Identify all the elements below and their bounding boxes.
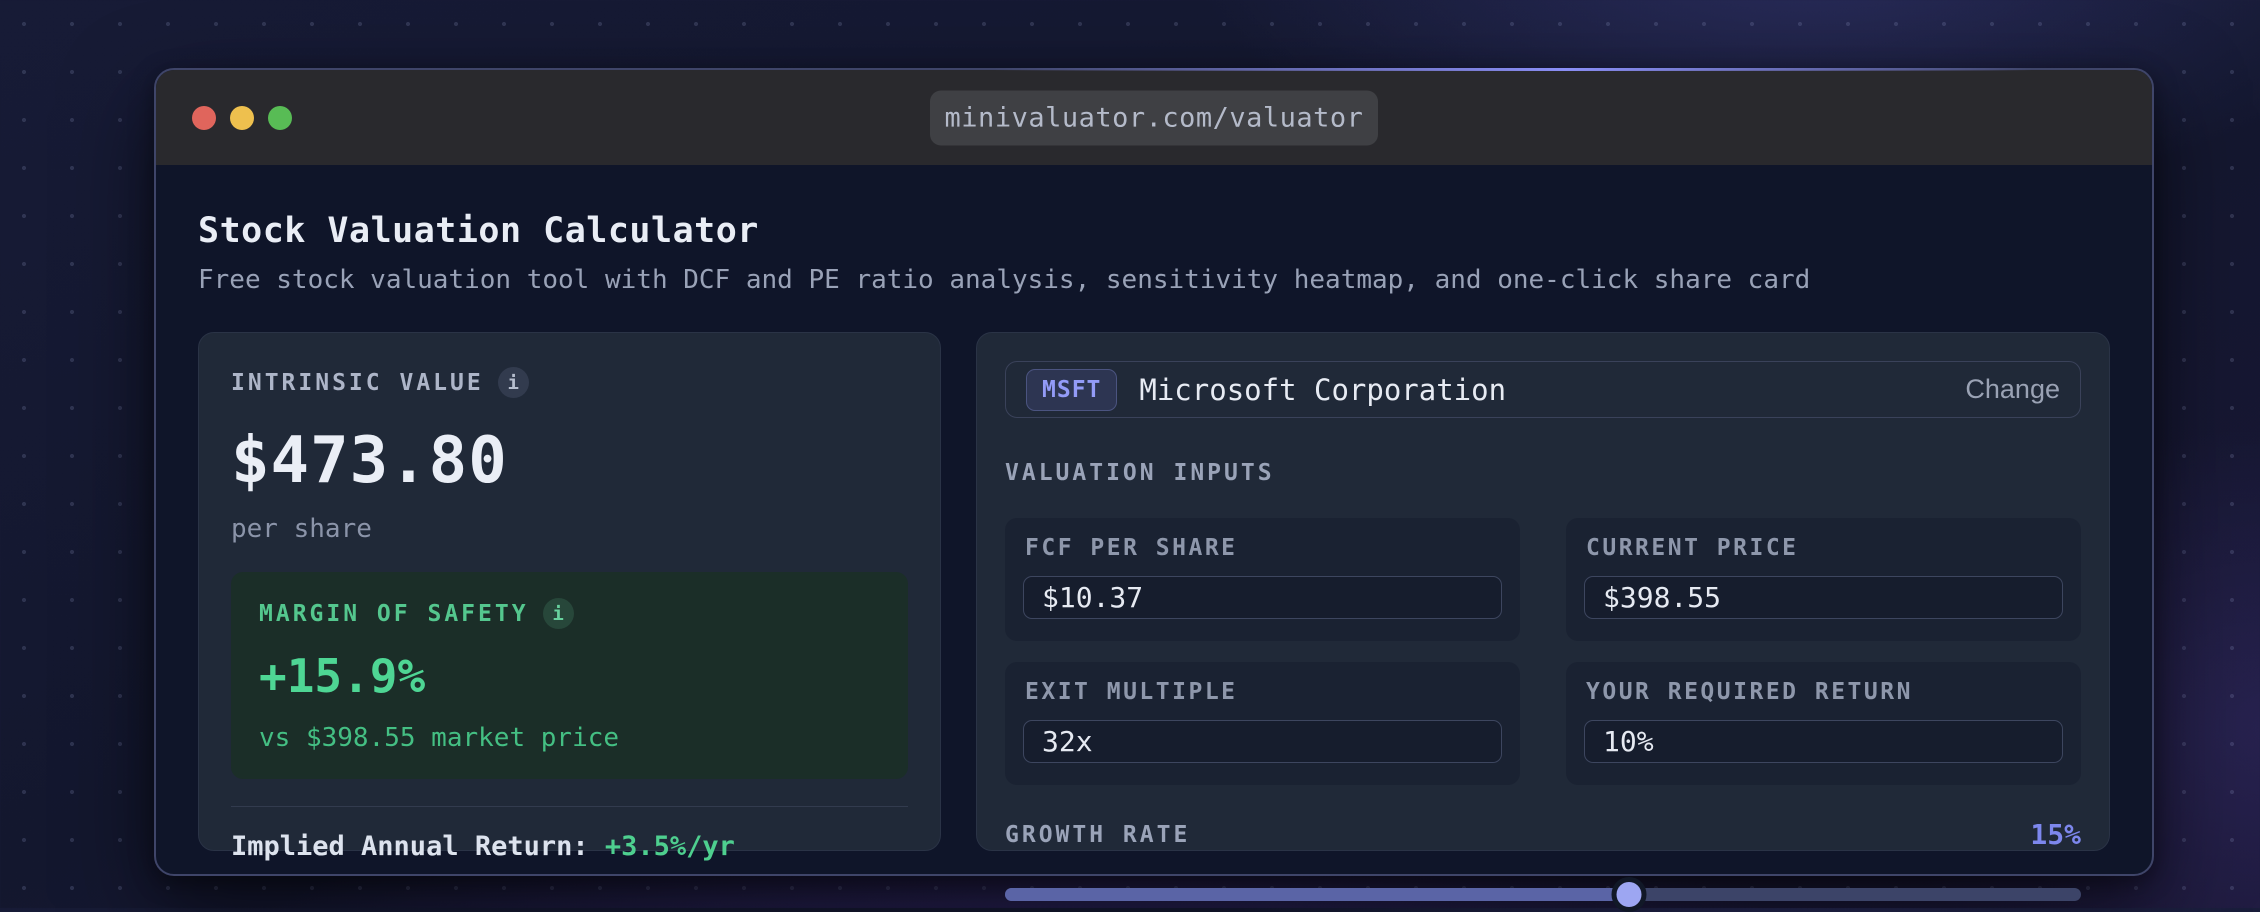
minimize-window-icon[interactable] bbox=[230, 106, 254, 130]
cards-row: INTRINSIC VALUE i $473.80 per share MARG… bbox=[198, 332, 2110, 851]
page-subtitle: Free stock valuation tool with DCF and P… bbox=[198, 265, 2110, 295]
margin-of-safety-label: MARGIN OF SAFETY bbox=[259, 601, 529, 627]
growth-rate-label: GROWTH RATE bbox=[1005, 822, 1190, 848]
info-icon[interactable]: i bbox=[543, 598, 574, 629]
page-content: Stock Valuation Calculator Free stock va… bbox=[156, 165, 2152, 851]
required-return-label: YOUR REQUIRED RETURN bbox=[1584, 679, 2063, 705]
intrinsic-value-unit: per share bbox=[231, 514, 908, 544]
page-title: Stock Valuation Calculator bbox=[198, 211, 2110, 251]
company-row: MSFT Microsoft Corporation Change bbox=[1005, 361, 2081, 418]
intrinsic-value-header: INTRINSIC VALUE i bbox=[231, 367, 908, 398]
inputs-grid: FCF PER SHARE CURRENT PRICE EXIT MULTIPL… bbox=[1005, 518, 2081, 785]
url-text: minivaluator.com/valuator bbox=[945, 102, 1364, 133]
ticker-badge: MSFT bbox=[1026, 369, 1117, 411]
margin-of-safety-box: MARGIN OF SAFETY i +15.9% vs $398.55 mar… bbox=[231, 572, 908, 779]
valuation-inputs-label: VALUATION INPUTS bbox=[1005, 460, 2081, 486]
close-window-icon[interactable] bbox=[192, 106, 216, 130]
exit-multiple-input[interactable] bbox=[1023, 720, 1502, 763]
zoom-window-icon[interactable] bbox=[268, 106, 292, 130]
divider bbox=[231, 806, 908, 807]
valuation-inputs-card: MSFT Microsoft Corporation Change VALUAT… bbox=[976, 332, 2110, 851]
margin-of-safety-comparison: vs $398.55 market price bbox=[259, 723, 880, 753]
field-required-return: YOUR REQUIRED RETURN bbox=[1566, 662, 2081, 785]
field-exit-multiple: EXIT MULTIPLE bbox=[1005, 662, 1520, 785]
implied-return-line: Implied Annual Return: +3.5%/yr bbox=[231, 831, 908, 862]
fcf-per-share-label: FCF PER SHARE bbox=[1023, 535, 1502, 561]
slider-fill bbox=[1005, 888, 1629, 901]
intrinsic-value-card: INTRINSIC VALUE i $473.80 per share MARG… bbox=[198, 332, 941, 851]
field-fcf-per-share: FCF PER SHARE bbox=[1005, 518, 1520, 641]
info-icon[interactable]: i bbox=[498, 367, 529, 398]
company-name: Microsoft Corporation bbox=[1139, 373, 1506, 407]
change-company-button[interactable]: Change bbox=[1965, 374, 2060, 405]
growth-rate-value: 15% bbox=[2030, 818, 2081, 851]
slider-thumb[interactable] bbox=[1612, 877, 1647, 912]
exit-multiple-label: EXIT MULTIPLE bbox=[1023, 679, 1502, 705]
implied-return-label: Implied Annual Return: bbox=[231, 831, 605, 862]
margin-of-safety-value: +15.9% bbox=[259, 649, 880, 703]
margin-of-safety-header: MARGIN OF SAFETY i bbox=[259, 598, 880, 629]
address-bar[interactable]: minivaluator.com/valuator bbox=[930, 90, 1378, 145]
current-price-input[interactable] bbox=[1584, 576, 2063, 619]
field-current-price: CURRENT PRICE bbox=[1566, 518, 2081, 641]
current-price-label: CURRENT PRICE bbox=[1584, 535, 2063, 561]
browser-window: minivaluator.com/valuator Stock Valuatio… bbox=[154, 68, 2154, 876]
implied-return-value: +3.5%/yr bbox=[605, 831, 735, 862]
intrinsic-value-label: INTRINSIC VALUE bbox=[231, 370, 484, 396]
required-return-input[interactable] bbox=[1584, 720, 2063, 763]
growth-rate-header: GROWTH RATE 15% bbox=[1005, 818, 2081, 851]
intrinsic-value-amount: $473.80 bbox=[231, 424, 908, 498]
browser-titlebar: minivaluator.com/valuator bbox=[156, 70, 2152, 165]
fcf-per-share-input[interactable] bbox=[1023, 576, 1502, 619]
growth-rate-slider[interactable] bbox=[1005, 876, 2081, 912]
window-controls bbox=[192, 106, 292, 130]
